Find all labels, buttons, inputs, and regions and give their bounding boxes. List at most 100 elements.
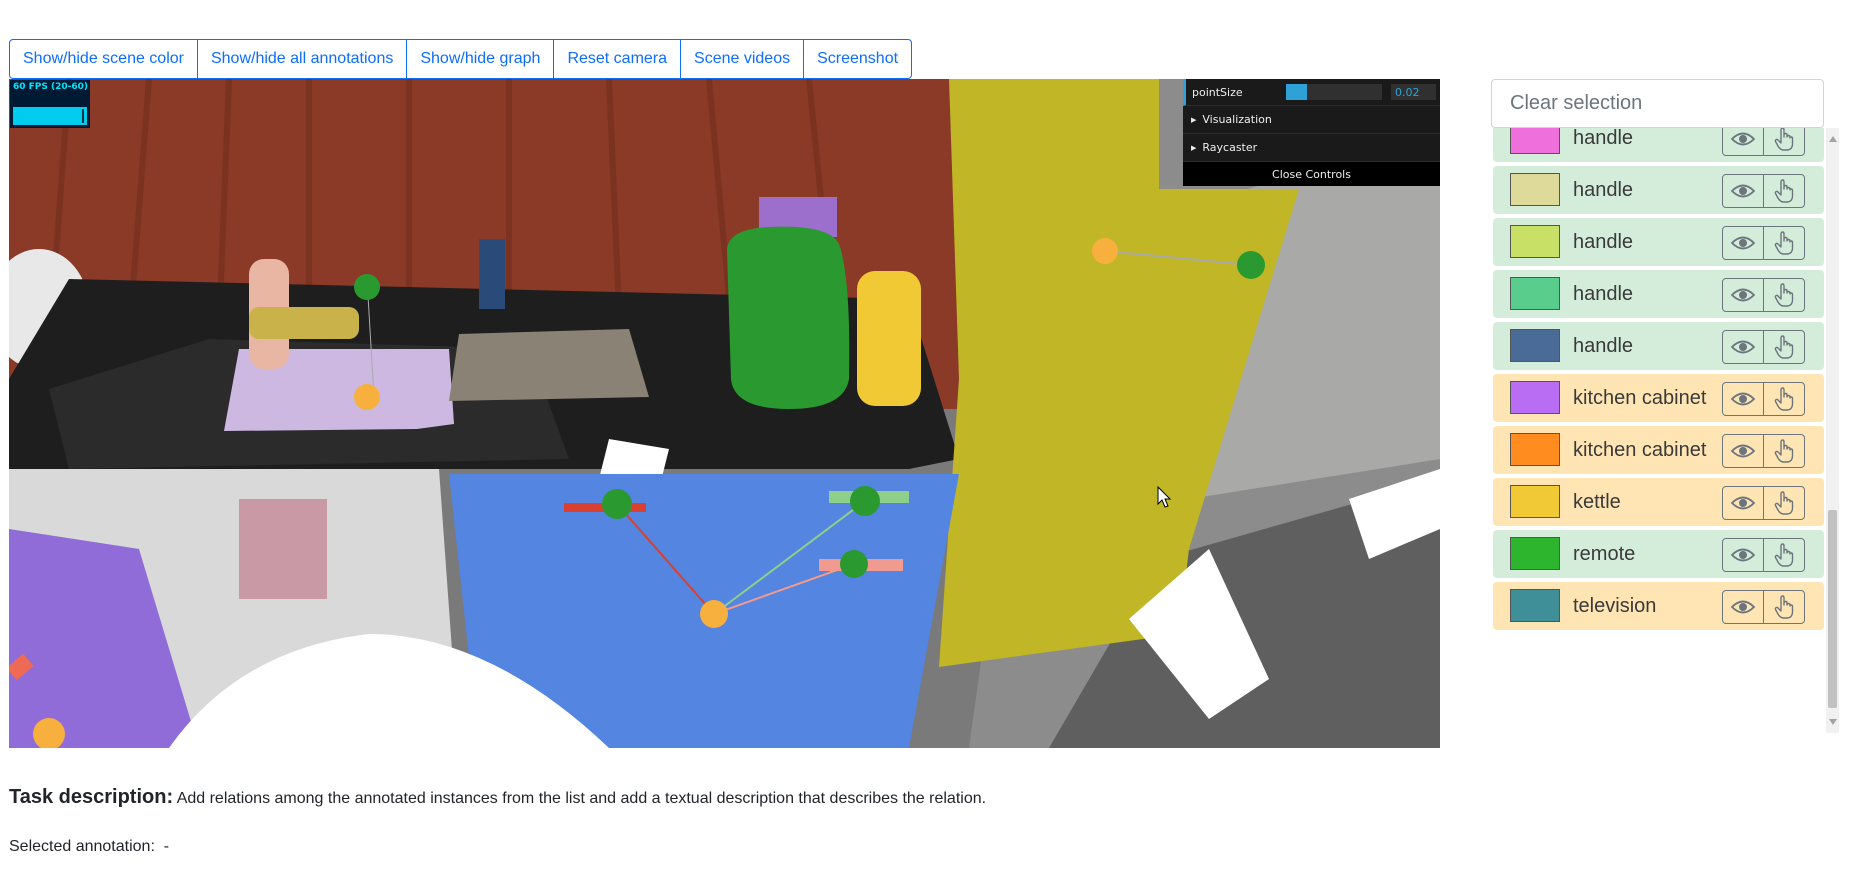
annotation-item-label: remote xyxy=(1573,543,1636,565)
hand-pointer-icon xyxy=(1774,179,1794,203)
close-controls-label: Close Controls xyxy=(1272,167,1351,181)
scroll-down-icon[interactable] xyxy=(1829,719,1837,725)
annotation-item-label: kitchen cabinet xyxy=(1573,439,1707,461)
annotation-item[interactable]: handle xyxy=(1493,270,1824,318)
annotation-list-scrollbar[interactable] xyxy=(1826,128,1839,733)
annotation-item[interactable]: kitchen cabinet xyxy=(1493,426,1824,474)
annotation-item-label: kettle xyxy=(1573,491,1621,513)
annotation-item[interactable]: handle xyxy=(1493,322,1824,370)
scroll-thumb[interactable] xyxy=(1828,510,1837,708)
annotation-item[interactable]: kettle xyxy=(1493,478,1824,526)
point-size-slider[interactable] xyxy=(1286,84,1382,100)
scene-viewer-canvas[interactable]: 60 FPS (20-60) pointSize 0.02 ▶ Visualiz… xyxy=(9,79,1440,748)
eye-icon xyxy=(1731,287,1755,303)
select-annotation-button[interactable] xyxy=(1763,538,1805,572)
annotation-list: handle handle handle handle handle kitchen ca… xyxy=(1491,128,1835,733)
eye-icon xyxy=(1731,131,1755,147)
eye-icon xyxy=(1731,443,1755,459)
toggle-visibility-button[interactable] xyxy=(1722,382,1764,416)
hand-pointer-icon xyxy=(1774,491,1794,515)
annotation-item[interactable]: television xyxy=(1493,582,1824,630)
screenshot-button[interactable]: Screenshot xyxy=(803,39,913,79)
select-annotation-button[interactable] xyxy=(1763,128,1805,156)
viewer-toolbar: Show/hide scene color Show/hide all anno… xyxy=(9,39,913,79)
select-annotation-button[interactable] xyxy=(1763,590,1805,624)
clear-selection-input[interactable] xyxy=(1491,79,1824,128)
annotation-item-label: handle xyxy=(1573,335,1634,357)
color-swatch xyxy=(1510,329,1560,362)
point-size-label: pointSize xyxy=(1192,85,1243,99)
hand-pointer-icon xyxy=(1774,387,1794,411)
point-size-value[interactable]: 0.02 xyxy=(1391,84,1436,100)
toggle-all-annotations-button[interactable]: Show/hide all annotations xyxy=(196,39,408,79)
eye-icon xyxy=(1731,183,1755,199)
toggle-scene-color-button[interactable]: Show/hide scene color xyxy=(9,39,198,79)
select-annotation-button[interactable] xyxy=(1763,174,1805,208)
triangle-right-icon: ▶ xyxy=(1191,115,1197,124)
scroll-up-icon[interactable] xyxy=(1829,136,1837,142)
annotation-item[interactable]: handle xyxy=(1493,128,1824,162)
fps-label: 60 FPS (20-60) xyxy=(13,82,89,92)
toggle-visibility-button[interactable] xyxy=(1722,128,1764,156)
toggle-visibility-button[interactable] xyxy=(1722,434,1764,468)
annotation-item[interactable]: kitchen cabinet xyxy=(1493,374,1824,422)
annotation-item[interactable]: handle xyxy=(1493,218,1824,266)
annotation-item[interactable]: remote xyxy=(1493,530,1824,578)
hand-pointer-icon xyxy=(1774,543,1794,567)
color-swatch xyxy=(1510,537,1560,570)
annotation-item-label: handle xyxy=(1573,128,1634,149)
raycaster-folder-label: Raycaster xyxy=(1202,141,1258,154)
select-annotation-button[interactable] xyxy=(1763,330,1805,364)
point-size-control: pointSize 0.02 xyxy=(1183,79,1440,106)
task-description-heading: Task description: xyxy=(9,786,174,808)
kettle-annotation xyxy=(857,271,921,406)
annotation-item-label: kitchen cabinet xyxy=(1573,387,1707,409)
eye-icon xyxy=(1731,547,1755,563)
color-swatch xyxy=(1510,173,1560,206)
selected-annotation-value: - xyxy=(163,838,170,855)
select-annotation-button[interactable] xyxy=(1763,382,1805,416)
select-annotation-button[interactable] xyxy=(1763,434,1805,468)
task-description: Task description: Add relations among th… xyxy=(9,786,986,809)
eye-icon xyxy=(1731,339,1755,355)
toggle-visibility-button[interactable] xyxy=(1722,278,1764,312)
visualization-folder-label: Visualization xyxy=(1202,113,1272,126)
selected-annotation-label: Selected annotation: xyxy=(9,838,155,855)
reset-camera-button[interactable]: Reset camera xyxy=(553,39,682,79)
toggle-visibility-button[interactable] xyxy=(1722,330,1764,364)
task-description-text: Add relations among the annotated instan… xyxy=(176,790,987,807)
hand-pointer-icon xyxy=(1774,283,1794,307)
hand-pointer-icon xyxy=(1774,439,1794,463)
scene-videos-button[interactable]: Scene videos xyxy=(680,39,805,79)
fps-meter: 60 FPS (20-60) xyxy=(10,80,90,128)
color-swatch xyxy=(1510,225,1560,258)
hand-pointer-icon xyxy=(1774,128,1794,151)
annotation-item[interactable]: handle xyxy=(1493,166,1824,214)
hand-pointer-icon xyxy=(1774,335,1794,359)
select-annotation-button[interactable] xyxy=(1763,486,1805,520)
close-controls-button[interactable]: Close Controls xyxy=(1183,162,1440,186)
toggle-visibility-button[interactable] xyxy=(1722,538,1764,572)
controls-panel: pointSize 0.02 ▶ Visualization ▶ Raycast… xyxy=(1183,79,1440,186)
annotation-item-label: television xyxy=(1573,595,1657,617)
eye-icon xyxy=(1731,235,1755,251)
annotation-item-label: handle xyxy=(1573,231,1634,253)
eye-icon xyxy=(1731,391,1755,407)
hand-pointer-icon xyxy=(1774,595,1794,619)
color-swatch xyxy=(1510,381,1560,414)
fps-graph xyxy=(13,107,87,125)
color-swatch xyxy=(1510,277,1560,310)
eye-icon xyxy=(1731,599,1755,615)
color-swatch xyxy=(1510,433,1560,466)
mouse-cursor-icon xyxy=(1157,486,1172,508)
select-annotation-button[interactable] xyxy=(1763,278,1805,312)
toggle-visibility-button[interactable] xyxy=(1722,486,1764,520)
toggle-graph-button[interactable]: Show/hide graph xyxy=(406,39,555,79)
select-annotation-button[interactable] xyxy=(1763,226,1805,260)
toggle-visibility-button[interactable] xyxy=(1722,226,1764,260)
raycaster-folder[interactable]: ▶ Raycaster xyxy=(1183,134,1440,162)
visualization-folder[interactable]: ▶ Visualization xyxy=(1183,106,1440,134)
selected-annotation: Selected annotation: - xyxy=(9,838,169,856)
toggle-visibility-button[interactable] xyxy=(1722,174,1764,208)
toggle-visibility-button[interactable] xyxy=(1722,590,1764,624)
